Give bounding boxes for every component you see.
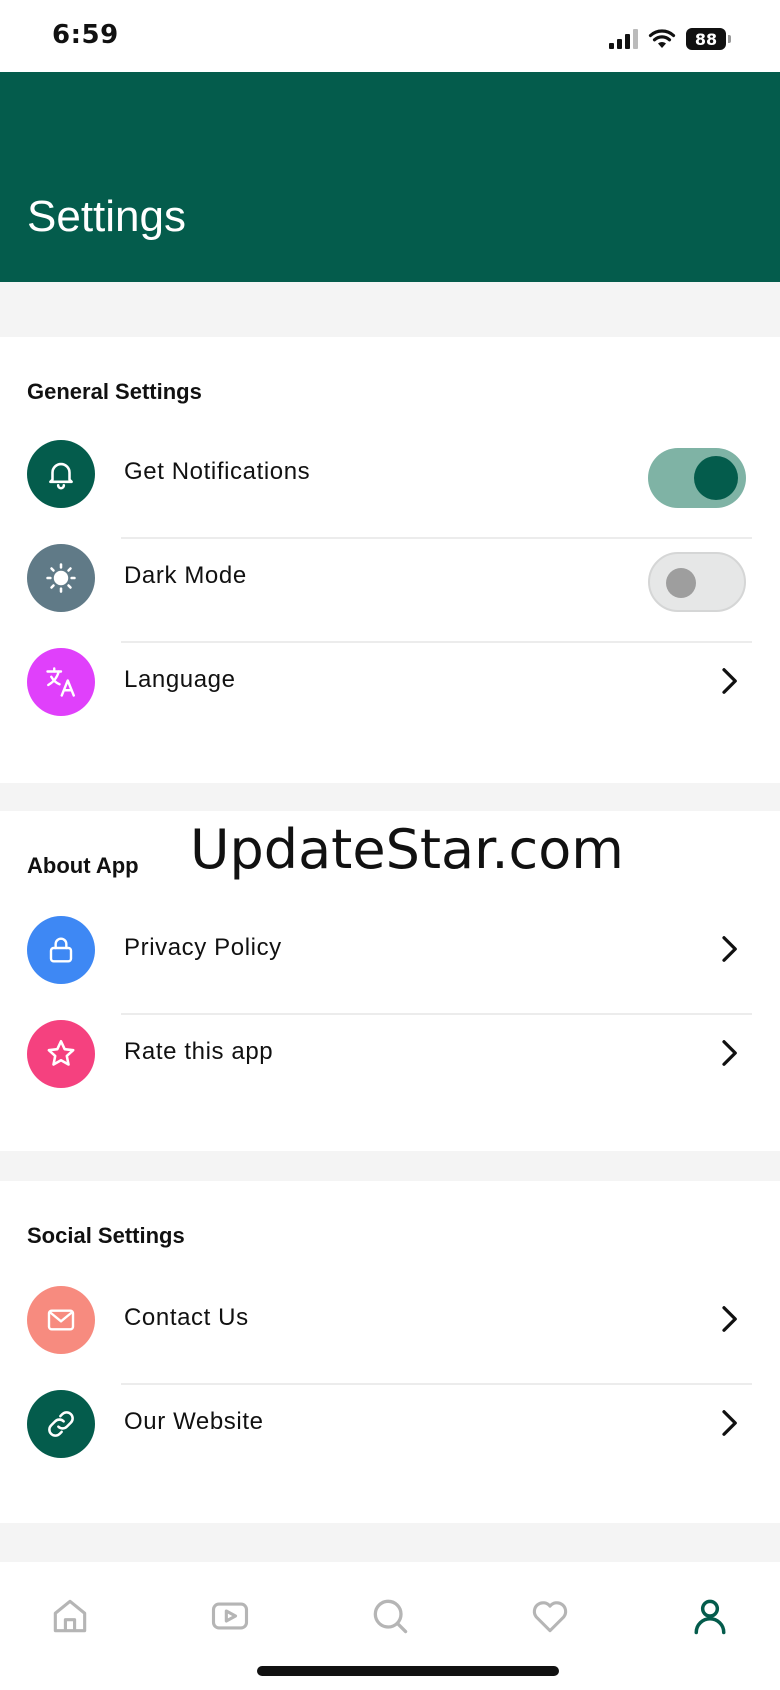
chevron-right-icon <box>722 1410 737 1436</box>
status-time: 6:59 <box>52 20 119 50</box>
setting-label-notifications: Get Notifications <box>124 458 311 485</box>
bell-icon <box>27 440 95 508</box>
toggle-knob <box>694 456 738 500</box>
setting-row-dark-mode[interactable]: Dark Mode <box>0 526 780 630</box>
star-icon <box>27 1020 95 1088</box>
setting-row-privacy-policy[interactable]: Privacy Policy <box>0 898 780 1002</box>
setting-label-rate-app: Rate this app <box>124 1038 274 1065</box>
profile-icon[interactable] <box>688 1594 732 1638</box>
cellular-signal-icon <box>609 29 638 49</box>
chevron-right-icon <box>722 668 737 694</box>
status-bar: 6:59 88 <box>0 0 780 72</box>
home-indicator <box>257 1666 559 1676</box>
setting-row-notifications[interactable]: Get Notifications <box>0 422 780 526</box>
setting-label-contact-us: Contact Us <box>124 1304 249 1331</box>
watermark-text: UpdateStar.com <box>190 818 624 881</box>
video-icon[interactable] <box>208 1594 252 1638</box>
settings-screen: 6:59 88 Settings General Settings Get No… <box>0 0 780 1690</box>
section-title-general: General Settings <box>27 379 202 404</box>
setting-row-contact-us[interactable]: Contact Us <box>0 1268 780 1372</box>
toggle-knob <box>666 568 696 598</box>
section-title-about: About App <box>27 853 139 878</box>
section-title-social: Social Settings <box>27 1223 185 1248</box>
page-title: Settings <box>27 192 186 241</box>
battery-level: 88 <box>694 29 718 49</box>
setting-label-language: Language <box>124 666 236 693</box>
notifications-toggle[interactable] <box>648 448 746 508</box>
setting-row-language[interactable]: Language <box>0 630 780 734</box>
mail-icon <box>27 1286 95 1354</box>
social-settings-section: Social Settings Contact Us Our Website <box>0 1181 780 1523</box>
setting-label-dark-mode: Dark Mode <box>124 562 247 589</box>
setting-row-rate-app[interactable]: Rate this app <box>0 1002 780 1106</box>
app-header: Settings <box>0 72 780 282</box>
search-icon[interactable] <box>368 1594 412 1638</box>
setting-row-our-website[interactable]: Our Website <box>0 1372 780 1476</box>
dark-mode-toggle[interactable] <box>648 552 746 612</box>
chevron-right-icon <box>722 1306 737 1332</box>
chevron-right-icon <box>722 1040 737 1066</box>
general-settings-section: General Settings Get Notifications Dark … <box>0 337 780 783</box>
status-icons: 88 <box>609 26 731 52</box>
heart-icon[interactable] <box>528 1594 572 1638</box>
home-icon[interactable] <box>48 1594 92 1638</box>
setting-label-our-website: Our Website <box>124 1408 264 1435</box>
translate-icon <box>27 648 95 716</box>
sun-icon <box>27 544 95 612</box>
lock-icon <box>27 916 95 984</box>
chevron-right-icon <box>722 936 737 962</box>
setting-label-privacy-policy: Privacy Policy <box>124 934 282 961</box>
wifi-icon <box>648 29 676 48</box>
link-icon <box>27 1390 95 1458</box>
battery-icon: 88 <box>686 28 731 50</box>
